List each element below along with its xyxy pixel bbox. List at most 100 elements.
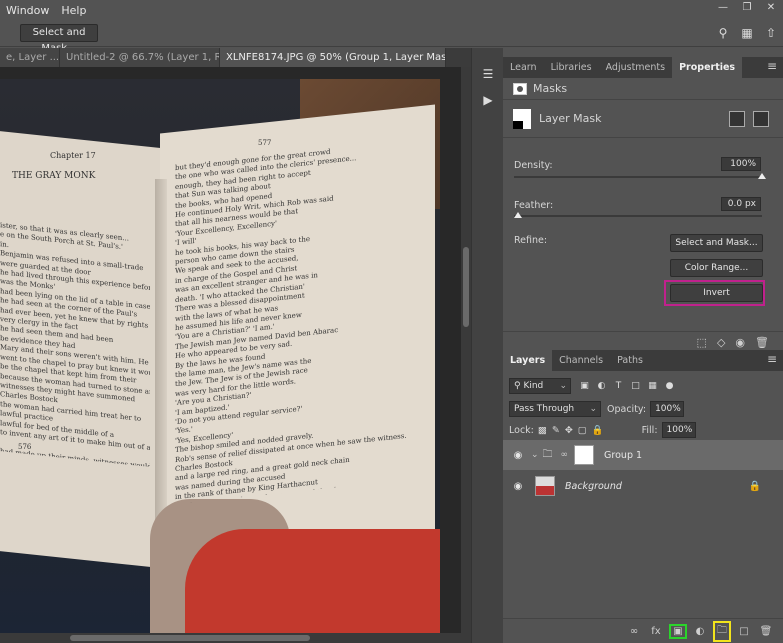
density-slider[interactable] — [514, 173, 766, 179]
tab-properties[interactable]: Properties — [672, 57, 743, 78]
vector-mask-icon[interactable] — [753, 111, 769, 127]
folder-icon: 🗀 — [542, 448, 553, 460]
panel-tool-strip: ☰ ▶ — [471, 48, 503, 643]
lock-paint-icon[interactable]: ✎ — [552, 425, 560, 436]
lock-icon: 🔒 — [748, 480, 761, 492]
new-layer-icon[interactable]: □ — [737, 626, 751, 637]
scrollbar-thumb[interactable] — [463, 247, 469, 327]
adjustment-icon[interactable]: ◐ — [693, 626, 707, 637]
tab-document-1[interactable]: e, Layer ...× — [0, 48, 60, 67]
delete-icon[interactable]: 🗑 — [755, 336, 769, 349]
opacity-label: Opacity: — [607, 403, 647, 415]
group-mask-thumbnail[interactable] — [574, 445, 595, 465]
restore-icon[interactable]: ❐ — [735, 1, 759, 15]
layer-comps-icon[interactable]: ☰ — [478, 64, 498, 84]
close-icon[interactable]: ✕ — [759, 1, 783, 15]
visibility-icon[interactable]: ◉ — [735, 336, 745, 349]
chapter-title: THE GRAY MONK — [12, 171, 96, 181]
document-canvas[interactable]: Chapter 17 THE GRAY MONK ister, so that … — [0, 67, 461, 633]
filter-icons: ▣ ◐ T □ ▦ ● — [579, 381, 675, 392]
chevron-down-icon: ⌄ — [559, 381, 567, 391]
slider-handle[interactable] — [514, 212, 522, 218]
tab-channels[interactable]: Channels — [552, 350, 610, 371]
link-icon[interactable]: ∞ — [561, 450, 569, 460]
fx-icon[interactable]: fx — [649, 626, 663, 637]
document-tabs: e, Layer ...× Untitled-2 @ 66.7% (Layer … — [0, 48, 479, 67]
select-and-mask-button[interactable]: Select and Mask... — [20, 24, 98, 54]
tab-adjustments[interactable]: Adjustments — [599, 57, 673, 78]
density-label: Density: — [514, 160, 553, 171]
visibility-eye-icon[interactable]: ◉ — [511, 481, 525, 492]
layer-mask-thumbnail — [513, 108, 531, 129]
panel-menu-icon[interactable]: ≡ — [767, 352, 777, 366]
lock-position-icon[interactable]: ✥ — [565, 425, 573, 436]
right-page-number: 577 — [258, 139, 272, 147]
panel-menu-icon[interactable]: ≡ — [767, 59, 777, 73]
layer-row-background[interactable]: ◉ Background 🔒 — [503, 471, 783, 501]
tab-learn[interactable]: Learn — [503, 57, 544, 78]
feather-field[interactable]: 0.0 px — [721, 197, 761, 211]
blend-mode-dropdown[interactable]: Pass Through ⌄ — [509, 401, 601, 417]
chevron-down-icon[interactable]: ⌄ — [531, 450, 539, 460]
chapter-label: Chapter 17 — [50, 151, 96, 160]
tab-layers[interactable]: Layers — [503, 350, 553, 371]
filter-toggle-icon[interactable]: ● — [664, 381, 675, 392]
options-bar: Select and Mask... ⚲ ▦ ⇧ — [0, 20, 783, 54]
layers-panel: Layers Channels Paths ≡ ⚲ Kind ⌄ ▣ ◐ T □ … — [503, 350, 783, 643]
refine-select-and-mask-button[interactable]: Select and Mask... — [670, 234, 763, 252]
tab-document-2[interactable]: Untitled-2 @ 66.7% (Layer 1, RGB...× — [60, 48, 220, 67]
add-mask-icon[interactable]: ▣ — [669, 623, 687, 639]
pixel-mask-icon[interactable] — [729, 111, 745, 127]
invert-highlight-box — [664, 280, 765, 306]
filter-kind-value: Kind — [523, 381, 544, 391]
smart-object-filter-icon[interactable]: ▦ — [647, 381, 658, 392]
slider-handle[interactable] — [758, 173, 766, 179]
blend-mode-value: Pass Through — [514, 404, 575, 414]
type-filter-icon[interactable]: T — [613, 381, 624, 392]
menu-window[interactable]: Window — [0, 4, 55, 17]
density-field[interactable]: 100% — [721, 157, 761, 171]
tab-libraries[interactable]: Libraries — [544, 57, 599, 78]
tab-paths[interactable]: Paths — [610, 350, 650, 371]
adjustment-filter-icon[interactable]: ◐ — [596, 381, 607, 392]
feather-label: Feather: — [514, 200, 554, 211]
properties-panel-tabs: Learn Libraries Adjustments Properties ≡ — [503, 57, 783, 78]
shape-filter-icon[interactable]: □ — [630, 381, 641, 392]
layer-row-group-1[interactable]: ◉ ⌄ 🗀 ∞ Group 1 — [503, 440, 783, 470]
menu-bar: Window Help — ❐ ✕ — [0, 0, 783, 20]
scrollbar-thumb[interactable] — [70, 635, 310, 641]
search-icon[interactable]: ⚲ — [715, 25, 731, 41]
workspace-icon[interactable]: ▦ — [739, 25, 755, 41]
lock-all-icon[interactable]: 🔒 — [592, 425, 604, 436]
canvas-horizontal-scrollbar[interactable] — [0, 633, 471, 643]
minimize-icon[interactable]: — — [711, 1, 735, 15]
feather-slider[interactable] — [514, 212, 762, 218]
color-range-button[interactable]: Color Range... — [670, 259, 763, 277]
trash-icon[interactable]: 🗑 — [759, 626, 773, 637]
canvas-vertical-scrollbar[interactable] — [461, 67, 471, 633]
lock-transparent-icon[interactable]: ▩ — [538, 425, 547, 436]
fill-field[interactable]: 100% — [661, 422, 696, 438]
play-icon[interactable]: ▶ — [478, 90, 498, 110]
new-group-icon[interactable]: 🗀 — [713, 620, 731, 642]
blend-opacity-row: Pass Through ⌄ Opacity: 100% — [509, 401, 685, 417]
pixel-filter-icon[interactable]: ▣ — [579, 381, 590, 392]
share-icon[interactable]: ⇧ — [763, 25, 779, 41]
link-icon[interactable]: ∞ — [627, 626, 641, 637]
window-controls: — ❐ ✕ — [711, 0, 783, 18]
menu-help[interactable]: Help — [55, 4, 92, 17]
options-bar-icons: ⚲ ▦ ⇧ — [715, 25, 779, 41]
lock-artboard-icon[interactable]: ▢ — [578, 425, 587, 436]
filter-kind-dropdown[interactable]: ⚲ Kind ⌄ — [509, 378, 571, 394]
tab-label: XLNFE8174.JPG @ 50% (Group 1, Layer Mask… — [226, 52, 446, 63]
layer-name: Background — [565, 480, 622, 492]
opacity-field[interactable]: 100% — [650, 401, 685, 417]
masks-label: Masks — [533, 82, 568, 95]
load-selection-icon[interactable]: ⬚ — [697, 336, 707, 349]
left-page-text: ister, so that it was as clearly seen...… — [0, 221, 150, 467]
apply-mask-icon[interactable]: ◇ — [717, 336, 725, 349]
properties-panel: Learn Libraries Adjustments Properties ≡… — [503, 57, 783, 354]
lock-label: Lock: — [509, 424, 534, 436]
visibility-eye-icon[interactable]: ◉ — [511, 450, 525, 461]
tab-document-active[interactable]: XLNFE8174.JPG @ 50% (Group 1, Layer Mask… — [220, 48, 446, 67]
